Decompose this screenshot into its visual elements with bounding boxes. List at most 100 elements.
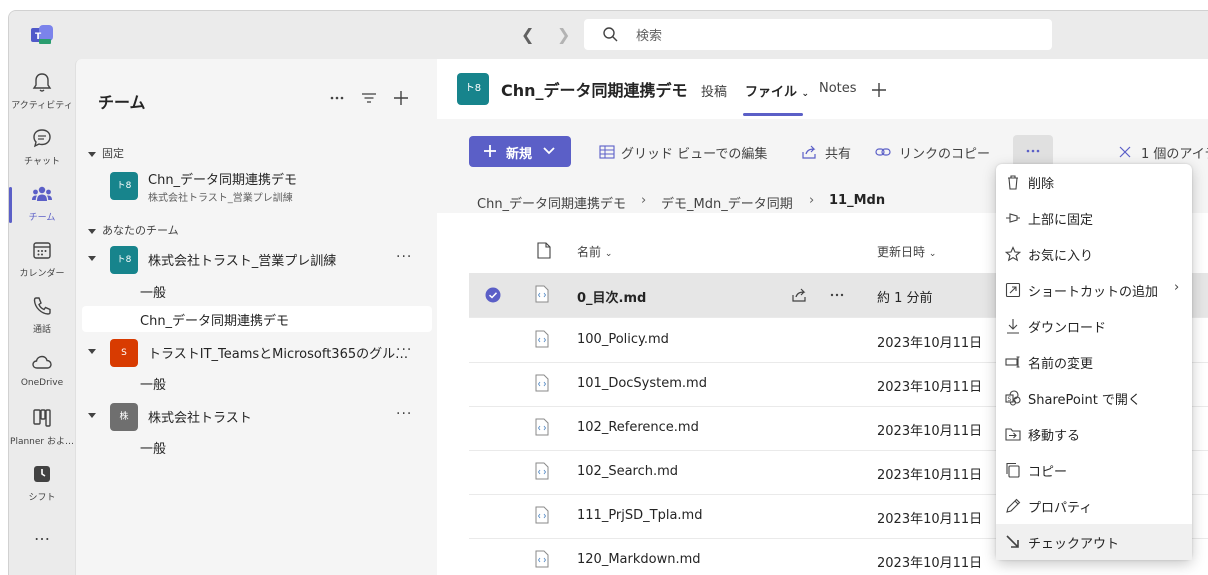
markdown-file-icon xyxy=(535,418,549,436)
rail-item-activity[interactable]: アクティビティ xyxy=(9,65,75,121)
more-actions-button[interactable] xyxy=(1013,135,1053,167)
tab-posts[interactable]: 投稿 xyxy=(701,81,727,100)
caret-down-icon xyxy=(88,228,96,234)
file-name[interactable]: 102_Reference.md xyxy=(577,420,699,435)
rail-label: OneDrive xyxy=(20,378,64,388)
share-icon[interactable] xyxy=(791,287,807,303)
menu-item-rename[interactable]: 名前の変更 xyxy=(996,344,1192,380)
menu-item-label: 移動する xyxy=(1028,429,1081,444)
rail-item-chat[interactable]: チャット xyxy=(9,121,75,177)
team-more-icon[interactable]: ··· xyxy=(396,342,412,358)
share-button[interactable]: 共有 xyxy=(825,143,851,162)
channel-item-selected[interactable]: Chn_データ同期連携デモ xyxy=(82,306,432,332)
close-icon[interactable] xyxy=(1119,146,1131,158)
column-header-name[interactable]: 名前 ⌄ xyxy=(577,243,612,260)
teams-icon xyxy=(32,186,52,201)
column-label: 更新日時 xyxy=(877,245,926,259)
file-name[interactable]: 102_Search.md xyxy=(577,464,678,479)
section-label: あなたのチーム xyxy=(102,224,179,237)
file-name[interactable]: 0_目次.md xyxy=(577,287,646,306)
rail-item-calendar[interactable]: カレンダー xyxy=(9,233,75,289)
rail-item-calls[interactable]: 通話 xyxy=(9,289,75,345)
team-more-icon[interactable]: ··· xyxy=(396,249,412,265)
pane-title: チーム xyxy=(98,93,146,112)
team-name[interactable]: 株式会社トラスト_営業プレ訓練 xyxy=(148,250,336,269)
teams-list-pane: チーム 固定 ト8 Chn_データ同期連携デモ 株式会社トラスト_営業プレ訓練 … xyxy=(75,59,439,575)
search-placeholder: 検索 xyxy=(636,29,663,44)
forward-arrow-icon[interactable]: ❯ xyxy=(557,25,570,44)
team-avatar: ト8 xyxy=(110,246,138,274)
add-icon[interactable] xyxy=(392,89,410,107)
search-input[interactable]: 検索 xyxy=(584,19,1052,50)
file-name[interactable]: 101_DocSystem.md xyxy=(577,376,707,391)
rail-item-planner[interactable]: Planner およ… xyxy=(9,401,75,457)
rail-more-apps[interactable]: … xyxy=(9,521,75,575)
markdown-file-icon xyxy=(535,330,549,348)
team-name[interactable]: 株式会社トラスト xyxy=(148,407,252,426)
teams-logo-icon: T xyxy=(31,25,53,44)
menu-item-delete[interactable]: 削除 xyxy=(996,164,1192,200)
new-button[interactable]: 新規 xyxy=(469,136,571,167)
markdown-file-icon xyxy=(535,462,549,480)
channel-item[interactable]: 一般 xyxy=(140,438,166,457)
menu-item-download[interactable]: ダウンロード xyxy=(996,308,1192,344)
team-name[interactable]: トラストIT_TeamsとMicrosoft365のグル… xyxy=(148,343,408,362)
new-button-label: 新規 xyxy=(506,147,533,162)
back-arrow-icon[interactable]: ❮ xyxy=(521,25,534,44)
rail-item-teams[interactable]: チーム xyxy=(9,177,75,233)
rail-label: チーム xyxy=(28,213,56,223)
rail-item-onedrive[interactable]: OneDrive xyxy=(9,345,75,401)
file-name[interactable]: 111_PrjSD_Tpla.md xyxy=(577,508,702,523)
channel-item[interactable]: 一般 xyxy=(140,282,166,301)
more-options-icon[interactable] xyxy=(328,89,346,107)
menu-item-add-shortcut[interactable]: ショートカットの追加 › xyxy=(996,272,1192,308)
section-your-teams[interactable]: あなたのチーム xyxy=(88,222,179,238)
caret-down-icon[interactable] xyxy=(88,349,96,354)
background-window-edge xyxy=(0,0,8,574)
file-modified: 2023年10月11日 xyxy=(877,512,983,527)
pencil-icon xyxy=(1006,498,1021,513)
file-name[interactable]: 120_Markdown.md xyxy=(577,552,701,567)
file-name[interactable]: 100_Policy.md xyxy=(577,332,669,347)
pinned-team-name[interactable]: Chn_データ同期連携デモ xyxy=(148,169,297,188)
checkmark-circle-icon[interactable] xyxy=(485,287,501,303)
menu-item-pin-top[interactable]: 上部に固定 xyxy=(996,200,1192,236)
phone-icon xyxy=(33,297,51,315)
menu-item-copy[interactable]: コピー xyxy=(996,452,1192,488)
copy-link-button[interactable]: リンクのコピー xyxy=(899,143,990,162)
filter-icon[interactable] xyxy=(360,89,378,107)
section-pinned[interactable]: 固定 xyxy=(88,145,124,161)
context-menu: 削除 上部に固定 お気に入り ショートカットの追加 › ダウンロード 名前の変更… xyxy=(996,164,1192,560)
rail-item-shifts[interactable]: シフト xyxy=(9,457,75,513)
menu-item-properties[interactable]: プロパティ xyxy=(996,488,1192,524)
menu-item-open-sharepoint[interactable]: S SharePoint で開く xyxy=(996,380,1192,416)
svg-text:S: S xyxy=(1008,396,1012,403)
chevron-right-icon: › xyxy=(1174,280,1180,295)
selection-count: 1 個のアイテ xyxy=(1141,147,1208,162)
channel-label: Chn_データ同期連携デモ xyxy=(140,314,290,329)
menu-item-favorite[interactable]: お気に入り xyxy=(996,236,1192,272)
section-label: 固定 xyxy=(102,147,124,160)
team-more-icon[interactable]: ··· xyxy=(396,406,412,422)
add-tab-icon[interactable] xyxy=(871,82,887,98)
breadcrumb-item[interactable]: Chn_データ同期連携デモ xyxy=(477,193,626,212)
chevron-down-icon: ⌄ xyxy=(604,249,613,259)
column-header-modified[interactable]: 更新日時 ⌄ xyxy=(877,243,936,260)
rename-icon xyxy=(1005,356,1020,368)
channel-item[interactable]: 一般 xyxy=(140,374,166,393)
menu-item-checkout[interactable]: チェックアウト xyxy=(996,524,1192,560)
tab-files[interactable]: ファイル ⌄ xyxy=(745,81,809,100)
menu-item-move[interactable]: 移動する xyxy=(996,416,1192,452)
pin-icon xyxy=(1006,213,1020,223)
tab-notes[interactable]: Notes xyxy=(819,81,857,96)
breadcrumb-item[interactable]: デモ_Mdn_データ同期 xyxy=(661,193,793,212)
file-modified: 2023年10月11日 xyxy=(877,468,983,483)
grid-edit-button[interactable]: グリッド ビューでの編集 xyxy=(621,143,767,162)
caret-down-icon[interactable] xyxy=(88,413,96,418)
ellipsis-icon[interactable] xyxy=(829,289,845,301)
caret-down-icon[interactable] xyxy=(88,256,96,261)
file-type-header-icon[interactable] xyxy=(537,242,551,259)
rail-label: カレンダー xyxy=(19,269,65,279)
breadcrumb-current: 11_Mdn xyxy=(829,193,886,208)
checkout-icon xyxy=(1006,535,1019,548)
